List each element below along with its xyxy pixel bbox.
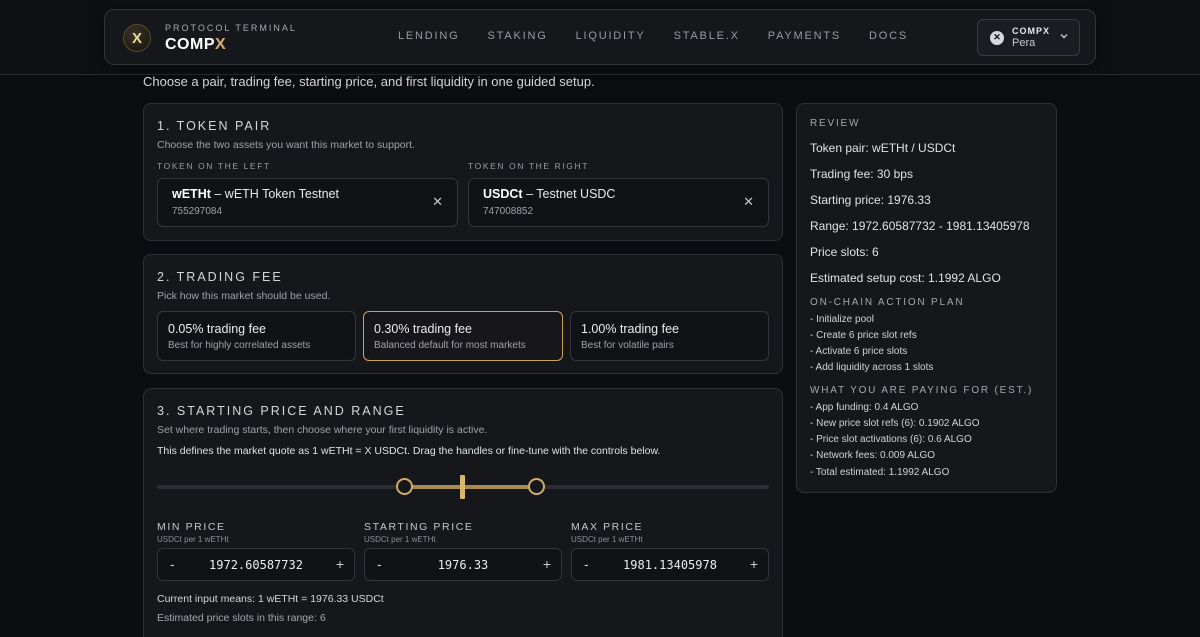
section-desc: Choose the two assets you want this mark…: [157, 139, 415, 151]
wallet-name: Pera: [1012, 37, 1036, 49]
plan-item: - Activate 6 price slots: [810, 346, 908, 357]
plan-item: - Initialize pool: [810, 314, 874, 325]
min-price-handle[interactable]: [396, 478, 413, 495]
nav-staking[interactable]: STAKING: [488, 30, 548, 42]
min-price-input[interactable]: 1972.60587732: [158, 558, 354, 572]
compx-logo-icon: X: [123, 24, 151, 52]
trading-fee-card: 2. TRADING FEE Pick how this market shou…: [143, 254, 783, 374]
min-price-increment-button[interactable]: +: [336, 556, 344, 572]
cost-item: - Network fees: 0.009 ALGO: [810, 450, 936, 461]
right-token-title: USDCt – Testnet USDC: [483, 187, 616, 201]
estimated-slots-text: Estimated price slots in this range: 6: [157, 612, 326, 624]
cost-item: - Total estimated: 1.1992 ALGO: [810, 467, 950, 478]
wallet-button[interactable]: ✕ COMPX Pera: [977, 19, 1080, 56]
nav-docs[interactable]: DOCS: [869, 30, 908, 42]
section-desc: Pick how this market should be used.: [157, 290, 331, 302]
fee-option-005[interactable]: 0.05% trading fee Best for highly correl…: [157, 311, 356, 361]
fee-option-desc: Balanced default for most markets: [374, 340, 526, 351]
plan-item: - Create 6 price slot refs: [810, 330, 917, 341]
fee-option-100[interactable]: 1.00% trading fee Best for volatile pair…: [570, 311, 769, 361]
nav-stablex[interactable]: STABLE.X: [674, 30, 740, 42]
nav-links: LENDING STAKING LIQUIDITY STABLE.X PAYME…: [398, 30, 908, 42]
left-token-label: TOKEN ON THE LEFT: [157, 161, 271, 171]
cost-item: - Price slot activations (6): 0.6 ALGO: [810, 434, 972, 445]
review-setup-cost: Estimated setup cost: 1.1992 ALGO: [810, 271, 1001, 285]
slider-active-range: [404, 485, 537, 489]
starting-price-label: STARTING PRICE: [364, 521, 474, 533]
section-title: 3. STARTING PRICE AND RANGE: [157, 404, 406, 418]
max-price-increment-button[interactable]: +: [750, 556, 758, 572]
fee-option-desc: Best for volatile pairs: [581, 340, 674, 351]
starting-price-stepper[interactable]: - 1976.33 +: [364, 548, 562, 581]
max-price-stepper[interactable]: - 1981.13405978 +: [571, 548, 769, 581]
fee-option-title: 1.00% trading fee: [581, 322, 679, 336]
token-pair-card: 1. TOKEN PAIR Choose the two assets you …: [143, 103, 783, 241]
fee-option-title: 0.05% trading fee: [168, 322, 266, 336]
fee-option-title: 0.30% trading fee: [374, 322, 472, 336]
nav-liquidity[interactable]: LIQUIDITY: [576, 30, 646, 42]
min-price-stepper[interactable]: - 1972.60587732 +: [157, 548, 355, 581]
review-starting-price: Starting price: 1976.33: [810, 193, 931, 207]
starting-price-handle[interactable]: [460, 475, 465, 499]
left-token-title: wETHt – wETH Token Testnet: [172, 187, 339, 201]
review-token-pair: Token pair: wETHt / USDCt: [810, 141, 956, 155]
fee-option-desc: Best for highly correlated assets: [168, 340, 311, 351]
nav-lending[interactable]: LENDING: [398, 30, 460, 42]
clear-right-token-icon[interactable]: ✕: [743, 194, 754, 210]
right-token-label: TOKEN ON THE RIGHT: [468, 161, 590, 171]
clear-left-token-icon[interactable]: ✕: [432, 194, 443, 210]
current-input-text: Current input means: 1 wETHt = 1976.33 U…: [157, 593, 384, 605]
left-token-id: 755297084: [172, 206, 223, 217]
brand-name: COMPX: [165, 35, 227, 53]
left-token-select[interactable]: wETHt – wETH Token Testnet 755297084 ✕: [157, 178, 458, 227]
section-title: 1. TOKEN PAIR: [157, 119, 272, 133]
section-title: 2. TRADING FEE: [157, 270, 283, 284]
min-price-unit: USDCt per 1 wETHt: [157, 535, 229, 544]
page-subtitle: Choose a pair, trading fee, starting pri…: [143, 74, 595, 89]
paying-for-heading: WHAT YOU ARE PAYING FOR (EST.): [810, 385, 1034, 396]
min-price-label: MIN PRICE: [157, 521, 226, 533]
review-trading-fee: Trading fee: 30 bps: [810, 167, 913, 181]
navbar: X PROTOCOL TERMINAL COMPX LENDING STAKIN…: [104, 9, 1096, 65]
section-desc: Set where trading starts, then choose wh…: [157, 424, 488, 436]
max-price-input[interactable]: 1981.13405978: [572, 558, 768, 572]
price-note: This defines the market quote as 1 wETHt…: [157, 445, 661, 457]
price-range-card: 3. STARTING PRICE AND RANGE Set where tr…: [143, 388, 783, 637]
cost-item: - App funding: 0.4 ALGO: [810, 402, 919, 413]
review-range: Range: 1972.60587732 - 1981.13405978: [810, 219, 1030, 233]
plan-item: - Add liquidity across 1 slots: [810, 362, 934, 373]
starting-price-increment-button[interactable]: +: [543, 556, 551, 572]
fee-option-030[interactable]: 0.30% trading fee Balanced default for m…: [363, 311, 563, 361]
starting-price-input[interactable]: 1976.33: [365, 558, 561, 572]
max-price-handle[interactable]: [528, 478, 545, 495]
action-plan-heading: ON-CHAIN ACTION PLAN: [810, 297, 965, 308]
pera-wallet-icon: ✕: [990, 30, 1004, 45]
brand[interactable]: X PROTOCOL TERMINAL COMPX: [123, 20, 297, 56]
brand-subtitle: PROTOCOL TERMINAL: [165, 22, 297, 33]
review-price-slots: Price slots: 6: [810, 245, 879, 259]
cost-item: - New price slot refs (6): 0.1902 ALGO: [810, 418, 980, 429]
nav-payments[interactable]: PAYMENTS: [768, 30, 841, 42]
max-price-unit: USDCt per 1 wETHt: [571, 535, 643, 544]
wallet-label: COMPX: [1012, 26, 1051, 36]
right-token-id: 747008852: [483, 206, 534, 217]
review-heading: REVIEW: [810, 118, 861, 129]
review-card: REVIEW Token pair: wETHt / USDCt Trading…: [796, 103, 1057, 493]
right-token-select[interactable]: USDCt – Testnet USDC 747008852 ✕: [468, 178, 769, 227]
chevron-down-icon: [1059, 30, 1069, 44]
max-price-label: MAX PRICE: [571, 521, 644, 533]
starting-price-unit: USDCt per 1 wETHt: [364, 535, 436, 544]
